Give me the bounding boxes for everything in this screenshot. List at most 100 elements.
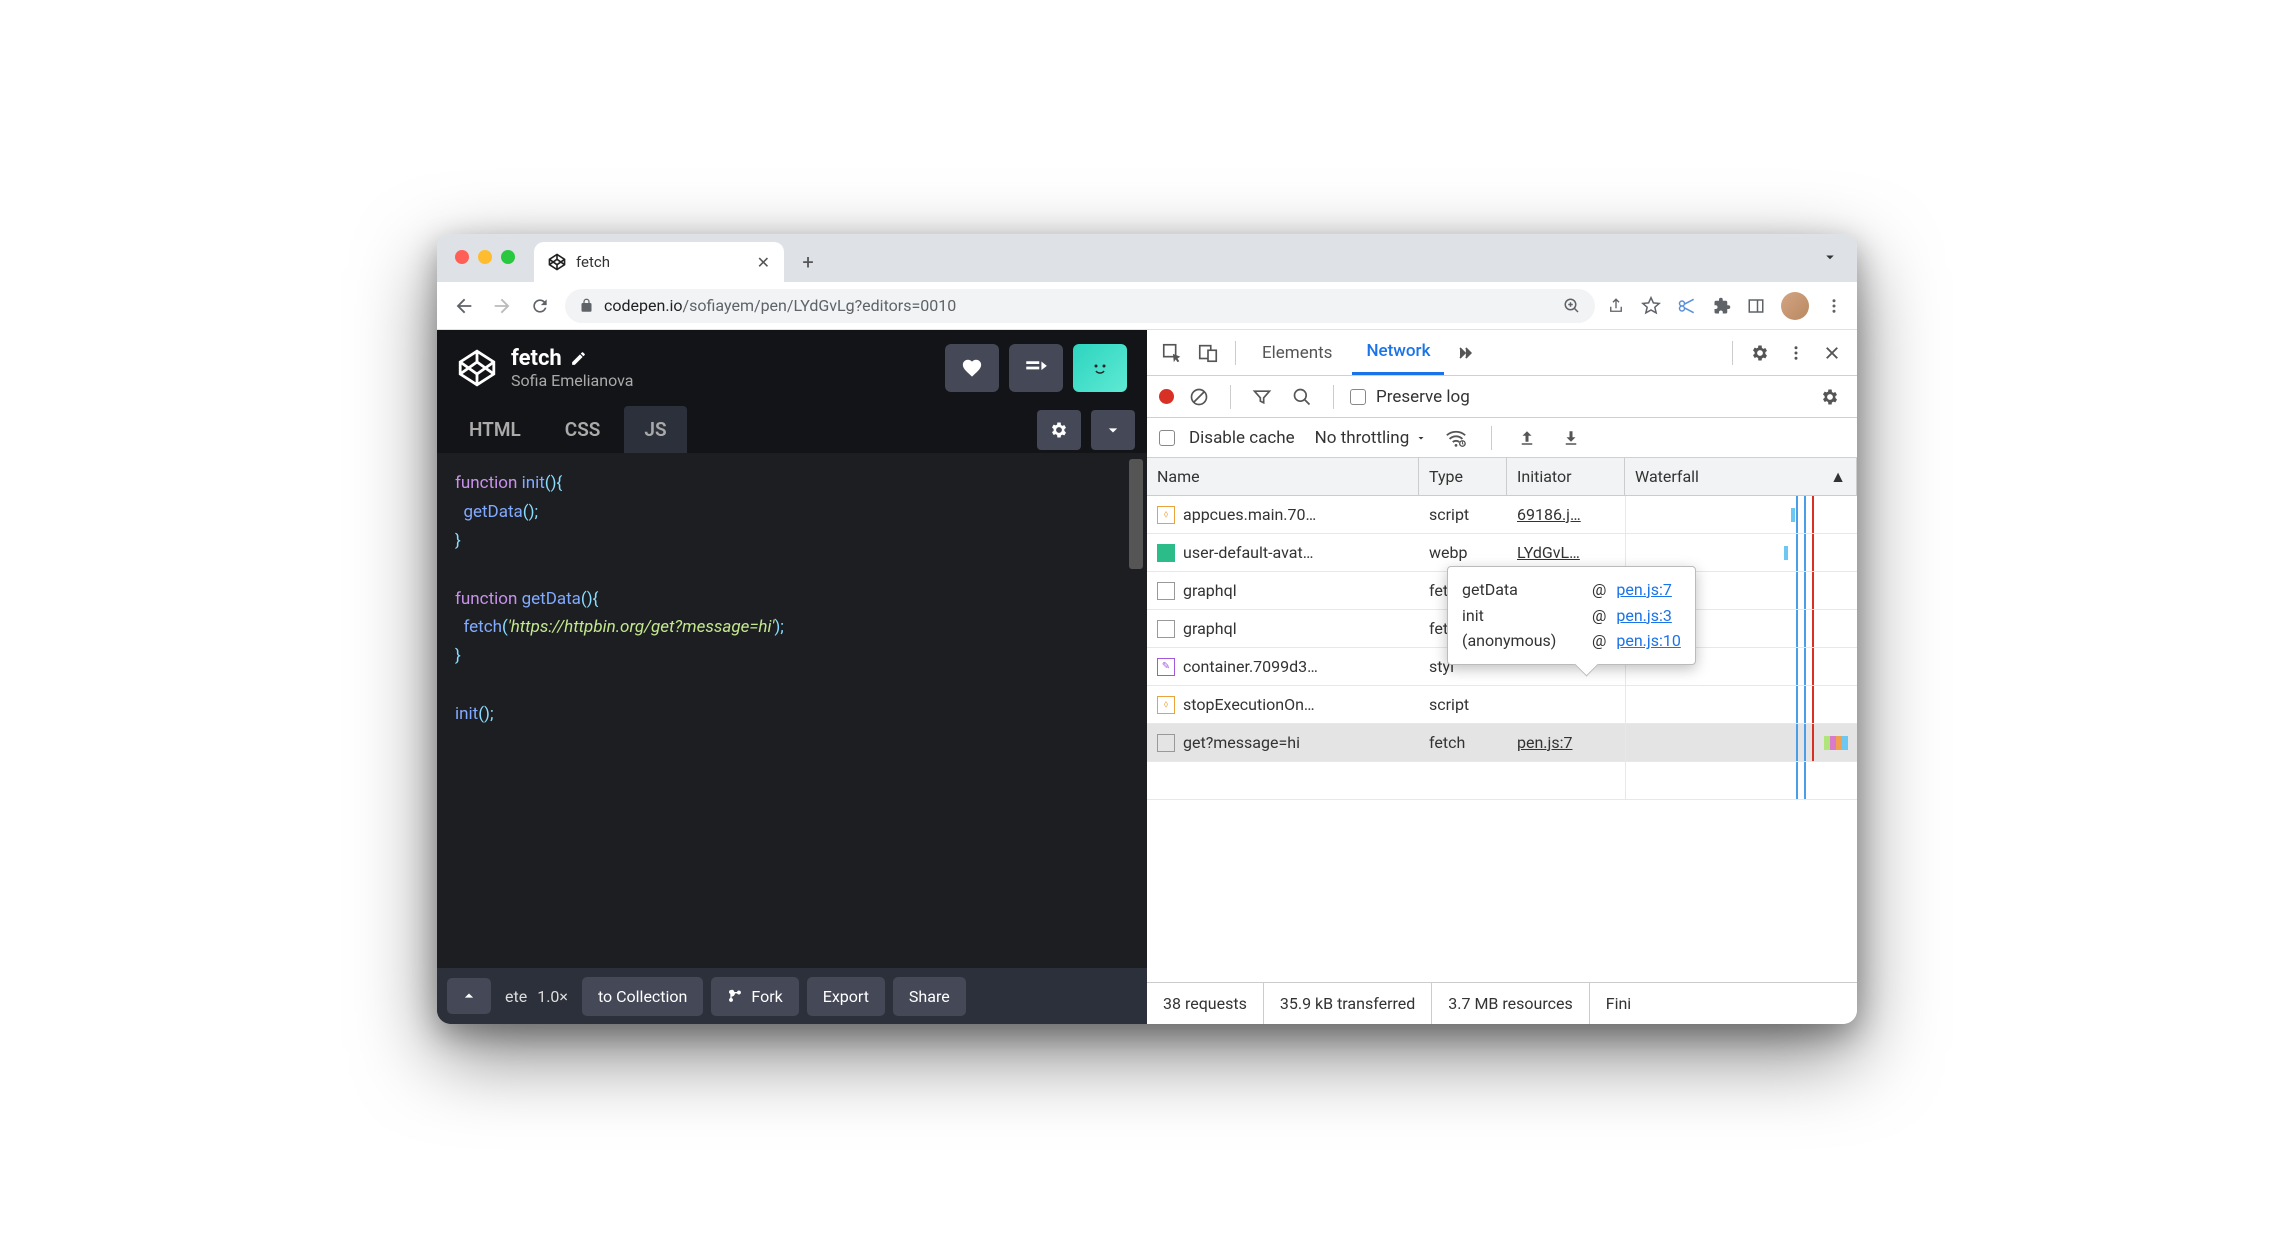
col-name[interactable]: Name	[1147, 458, 1419, 495]
status-transferred: 35.9 kB transferred	[1264, 983, 1432, 1024]
heart-button[interactable]	[945, 344, 999, 392]
zoom-icon[interactable]	[1563, 297, 1581, 315]
export-button[interactable]: Export	[807, 977, 885, 1016]
status-finish: Fini	[1590, 983, 1647, 1024]
console-toggle-button[interactable]	[447, 978, 491, 1014]
share-icon[interactable]	[1607, 297, 1625, 315]
window-controls	[455, 250, 515, 264]
clear-log-icon[interactable]	[1184, 382, 1214, 412]
editor-dropdown-button[interactable]	[1091, 410, 1135, 450]
address-bar[interactable]: codepen.io/sofiayem/pen/LYdGvLg?editors=…	[565, 289, 1595, 323]
profile-avatar[interactable]	[1781, 292, 1809, 320]
browser-tab[interactable]: fetch ✕	[534, 242, 784, 282]
sidepanel-icon[interactable]	[1747, 297, 1765, 315]
network-table-body: ⬨appcues.main.70…script69186.j…user-defa…	[1147, 496, 1857, 982]
initiator-link[interactable]	[1507, 686, 1625, 723]
stack-link[interactable]: pen.js:7	[1616, 577, 1671, 603]
kebab-menu-icon[interactable]	[1825, 297, 1843, 315]
devtools-kebab-icon[interactable]	[1781, 338, 1811, 368]
status-requests: 38 requests	[1147, 983, 1264, 1024]
close-tab-icon[interactable]: ✕	[757, 253, 770, 272]
file-type-icon	[1157, 620, 1175, 638]
edit-title-icon[interactable]	[570, 350, 587, 367]
network-table-header: Name Type Initiator Waterfall▲	[1147, 458, 1857, 496]
scissors-icon[interactable]	[1677, 296, 1697, 316]
codepen-footer: ete1.0× to Collection Fork Export Share	[437, 968, 1147, 1024]
reload-button[interactable]	[527, 293, 553, 319]
codepen-logo-icon[interactable]	[457, 348, 497, 388]
preserve-log-label: Preserve log	[1376, 387, 1470, 407]
editor-scrollbar[interactable]	[1129, 459, 1143, 569]
tabs-dropdown-icon[interactable]	[1821, 248, 1839, 266]
col-initiator[interactable]: Initiator	[1507, 458, 1625, 495]
col-waterfall[interactable]: Waterfall▲	[1625, 458, 1857, 495]
file-type-icon: ⬨	[1157, 696, 1175, 714]
pen-title: fetch	[511, 346, 562, 371]
new-tab-button[interactable]: +	[792, 246, 824, 278]
filter-icon[interactable]	[1247, 382, 1277, 412]
file-type-icon: ✎	[1157, 658, 1175, 676]
devtools-settings-icon[interactable]	[1745, 338, 1775, 368]
download-har-icon[interactable]	[1556, 423, 1586, 453]
stack-link[interactable]: pen.js:3	[1616, 603, 1671, 629]
file-type-icon: ⬨	[1157, 506, 1175, 524]
bookmark-star-icon[interactable]	[1641, 296, 1661, 316]
network-row[interactable]: ⬨stopExecutionOn…script	[1147, 686, 1857, 724]
inspect-element-icon[interactable]	[1157, 338, 1187, 368]
device-toolbar-icon[interactable]	[1193, 338, 1223, 368]
fork-button[interactable]: Fork	[711, 977, 798, 1016]
editor-settings-button[interactable]	[1037, 410, 1081, 450]
disable-cache-label: Disable cache	[1189, 428, 1295, 448]
browser-tabstrip: fetch ✕ +	[437, 234, 1857, 282]
zoom-level: 1.0×	[537, 987, 568, 1006]
network-row[interactable]: ⬨appcues.main.70…script69186.j…	[1147, 496, 1857, 534]
record-button[interactable]	[1159, 389, 1174, 404]
tab-css[interactable]: CSS	[545, 406, 621, 453]
waterfall-cell	[1625, 496, 1857, 533]
minimize-window-button[interactable]	[478, 250, 492, 264]
devtools-close-icon[interactable]	[1817, 338, 1847, 368]
to-collection-button[interactable]: to Collection	[582, 977, 703, 1016]
tab-js[interactable]: JS	[624, 406, 686, 453]
tab-network[interactable]: Network	[1352, 330, 1444, 375]
file-type-icon	[1157, 544, 1175, 562]
initiator-callstack-tooltip: getData@ pen.js:7 init@ pen.js:3 (anonym…	[1447, 566, 1696, 665]
file-type-icon	[1157, 734, 1175, 752]
close-window-button[interactable]	[455, 250, 469, 264]
tab-html[interactable]: HTML	[449, 406, 541, 453]
share-button[interactable]: Share	[893, 977, 966, 1016]
throttling-select[interactable]: No throttling	[1315, 428, 1428, 448]
network-conditions-icon[interactable]	[1441, 423, 1471, 453]
pen-author[interactable]: Sofia Emelianova	[511, 371, 931, 390]
waterfall-cell	[1625, 686, 1857, 723]
col-type[interactable]: Type	[1419, 458, 1507, 495]
search-icon[interactable]	[1287, 382, 1317, 412]
initiator-link[interactable]: 69186.j…	[1507, 496, 1625, 533]
network-settings-icon[interactable]	[1815, 382, 1845, 412]
code-editor[interactable]: function init(){ getData(); } function g…	[437, 453, 1147, 968]
maximize-window-button[interactable]	[501, 250, 515, 264]
tab-elements[interactable]: Elements	[1248, 330, 1346, 375]
network-row[interactable]: get?message=hifetchpen.js:7	[1147, 724, 1857, 762]
codepen-favicon	[548, 253, 566, 271]
extensions-icon[interactable]	[1713, 297, 1731, 315]
disable-cache-checkbox[interactable]	[1159, 430, 1175, 446]
initiator-link[interactable]: pen.js:7	[1507, 724, 1625, 761]
browser-toolbar: codepen.io/sofiayem/pen/LYdGvLg?editors=…	[437, 282, 1857, 330]
file-type-icon	[1157, 582, 1175, 600]
stack-link[interactable]: pen.js:10	[1616, 628, 1680, 654]
url-domain: codepen.io	[604, 296, 683, 315]
url-path: /sofiayem/pen/LYdGvLg?editors=0010	[683, 296, 957, 315]
forward-button[interactable]	[489, 293, 515, 319]
user-avatar[interactable]	[1073, 344, 1127, 392]
tab-title: fetch	[576, 253, 747, 271]
codepen-panel: fetch Sofia Emelianova HTML CSS JS	[437, 330, 1147, 1024]
network-status-bar: 38 requests 35.9 kB transferred 3.7 MB r…	[1147, 982, 1857, 1024]
preserve-log-checkbox[interactable]	[1350, 389, 1366, 405]
more-tabs-icon[interactable]	[1450, 338, 1480, 368]
waterfall-cell	[1625, 724, 1857, 761]
back-button[interactable]	[451, 293, 477, 319]
upload-har-icon[interactable]	[1512, 423, 1542, 453]
devtools-panel: Elements Network Preserve log	[1147, 330, 1857, 1024]
settings-layout-button[interactable]	[1009, 344, 1063, 392]
